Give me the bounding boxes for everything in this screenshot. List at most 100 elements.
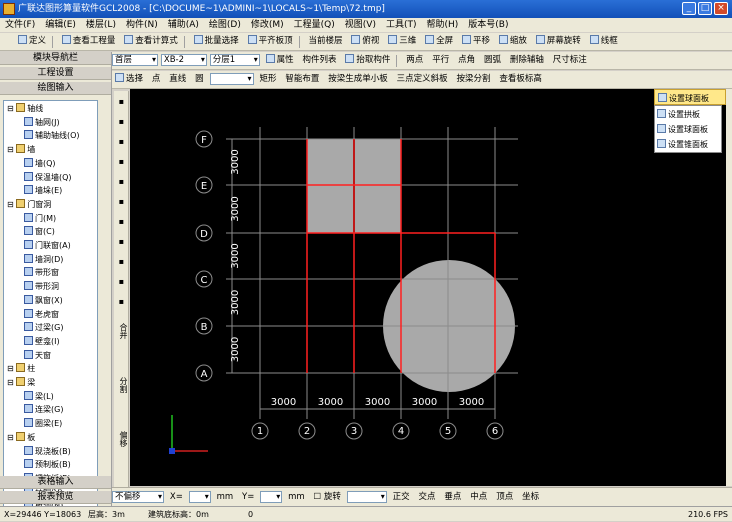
tree-leaf[interactable]: 墙洞(D)	[24, 253, 63, 266]
props-button[interactable]: 属性	[263, 53, 297, 68]
rotate-checkbox[interactable]: ☐ 旋转	[311, 488, 344, 506]
menu-item-5[interactable]: 绘图(D)	[204, 18, 246, 32]
flush-slab-button[interactable]: 平齐板顶	[245, 34, 296, 49]
tree-leaf[interactable]: 轴网(J)	[24, 116, 60, 129]
table-input-tab[interactable]: 表格输入	[0, 476, 111, 489]
coord-button[interactable]: 坐标	[519, 488, 542, 506]
zoom-button[interactable]: 缩放	[496, 34, 530, 49]
smart-layout-button[interactable]: 智能布置	[282, 72, 322, 87]
two-points-button[interactable]: 两点	[403, 53, 426, 68]
tree-leaf[interactable]: 圈梁(E)	[24, 418, 62, 430]
by-beam-button[interactable]: 按梁生成单小板	[325, 72, 391, 87]
menu-item-10[interactable]: 帮助(H)	[422, 18, 464, 32]
tree-leaf[interactable]: 梁(L)	[24, 390, 54, 403]
close-button[interactable]: ×	[714, 2, 728, 15]
delete-aux-button[interactable]: 删除辅轴	[507, 53, 547, 68]
expand-icon[interactable]: ⊟	[7, 364, 16, 373]
tree-leaf[interactable]: 天窗	[24, 349, 51, 362]
tree-leaf[interactable]: 窗(C)	[24, 226, 55, 238]
dropmenu-item-2[interactable]: 设置锥面板	[657, 139, 708, 151]
tree-group[interactable]: ⊟ 墙	[7, 144, 35, 156]
pick-member-button[interactable]: 抬取构件	[342, 53, 393, 68]
maximize-button[interactable]: □	[698, 2, 712, 15]
tree-group[interactable]: ⊟ 轴线	[7, 103, 43, 115]
by-beam-split-button[interactable]: 按梁分割	[454, 72, 494, 87]
expand-icon[interactable]: ⊟	[7, 378, 16, 387]
vertex-button[interactable]: 顶点	[493, 488, 516, 506]
vtool-2[interactable]: 偏移	[115, 427, 128, 451]
three-d-button[interactable]: 三维	[385, 34, 419, 49]
set-arch-dropdown[interactable]: 设置球面板	[654, 89, 726, 105]
rect-button[interactable]: 矩形	[256, 72, 279, 87]
tree-leaf[interactable]: 现浇板(B)	[24, 445, 71, 458]
tree-group[interactable]: ⊟ 门窗洞	[7, 198, 51, 211]
menu-item-6[interactable]: 修改(M)	[246, 18, 289, 32]
floor-select[interactable]: 首层	[112, 54, 158, 66]
rotate-icon[interactable]: ▪	[115, 177, 128, 186]
vtool-1[interactable]: 分割	[115, 373, 128, 397]
move-icon[interactable]: ▪	[115, 157, 128, 166]
ortho-button[interactable]: 正交	[390, 488, 413, 506]
tree-leaf[interactable]: 带形洞	[24, 281, 59, 293]
shape-select[interactable]	[209, 73, 254, 85]
view-elev-button[interactable]: 查看板标高	[496, 72, 545, 87]
tree-leaf[interactable]: 连梁(G)	[24, 404, 63, 416]
tree-leaf[interactable]: 辅助轴线(O)	[24, 130, 80, 142]
expand-icon[interactable]: ⊟	[7, 145, 16, 154]
point-angle-button[interactable]: 点角	[455, 53, 478, 68]
parallel-button[interactable]: 平行	[429, 53, 452, 68]
menu-item-8[interactable]: 视图(V)	[340, 18, 381, 32]
tree-group[interactable]: ⊟ 柱	[7, 363, 35, 375]
project-settings-tab[interactable]: 工程设置	[0, 67, 111, 80]
tree-leaf[interactable]: 门联窗(A)	[24, 240, 71, 252]
menu-item-7[interactable]: 工程量(Q)	[289, 18, 340, 32]
minimize-button[interactable]: _	[682, 2, 696, 15]
report-preview-tab[interactable]: 报表预览	[0, 491, 111, 504]
mid-button[interactable]: 中点	[467, 488, 490, 506]
tree-leaf[interactable]: 过梁(G)	[24, 322, 63, 334]
dropmenu-item-0[interactable]: 设置拱板	[657, 109, 700, 121]
menu-item-1[interactable]: 编辑(E)	[40, 18, 81, 32]
arc-button[interactable]: 圆弧	[481, 53, 504, 68]
wireframe-button[interactable]: 线框	[587, 34, 621, 49]
drawing-input-tab[interactable]: 绘图输入	[0, 82, 111, 95]
expand-icon[interactable]: ⊟	[7, 433, 16, 442]
tree-leaf[interactable]: 带形窗	[24, 267, 59, 279]
top-view-button[interactable]: 俯视	[348, 34, 382, 49]
dropmenu-item-1[interactable]: 设置球面板	[657, 124, 708, 136]
line-button[interactable]: 直线	[166, 72, 189, 87]
copy-icon[interactable]: ▪	[115, 117, 128, 126]
mirror-icon[interactable]: ▪	[115, 137, 128, 146]
screen-rotate-button[interactable]: 屏幕旋转	[533, 34, 584, 49]
layer-select[interactable]: 分层1	[209, 54, 260, 66]
trim-icon[interactable]: ▪	[115, 217, 128, 226]
tree-group[interactable]: ⊟ 板	[7, 431, 35, 444]
fullscreen-button[interactable]: 全屏	[422, 34, 456, 49]
define-button[interactable]: 定义	[0, 34, 49, 49]
pan-button[interactable]: 平移	[459, 34, 493, 49]
menu-item-0[interactable]: 文件(F)	[0, 18, 40, 32]
expand-icon[interactable]: ⊟	[7, 200, 16, 209]
intersect-button[interactable]: 交点	[416, 488, 439, 506]
extend-icon[interactable]: ▪	[115, 197, 128, 206]
menu-item-2[interactable]: 楼层(L)	[81, 18, 121, 32]
select-button[interactable]: 选择	[112, 72, 146, 87]
circle-button[interactable]: 圆	[192, 72, 207, 87]
tree-leaf[interactable]: 老虎窗	[24, 308, 59, 321]
tree-leaf[interactable]: 保温墙(Q)	[24, 171, 72, 184]
tree-leaf[interactable]: 门(M)	[24, 212, 56, 225]
offset-icon[interactable]: ▪	[115, 257, 128, 266]
dim-button[interactable]: 尺寸标注	[550, 53, 590, 68]
pencil-icon[interactable]: ▪	[115, 97, 128, 106]
perp-button[interactable]: 垂点	[441, 488, 464, 506]
menu-item-11[interactable]: 版本号(B)	[463, 18, 513, 32]
menu-item-3[interactable]: 构件(N)	[121, 18, 163, 32]
tree-leaf[interactable]: 预制板(B)	[24, 459, 71, 471]
point-button[interactable]: 点	[149, 72, 164, 87]
rotate-input[interactable]	[346, 491, 387, 503]
x-input[interactable]	[188, 491, 211, 503]
tree-leaf[interactable]: 飘窗(X)	[24, 294, 63, 307]
break-icon[interactable]: ▪	[115, 237, 128, 246]
join-icon[interactable]: ▪	[115, 297, 128, 306]
tree-group[interactable]: ⊟ 梁	[7, 377, 35, 389]
